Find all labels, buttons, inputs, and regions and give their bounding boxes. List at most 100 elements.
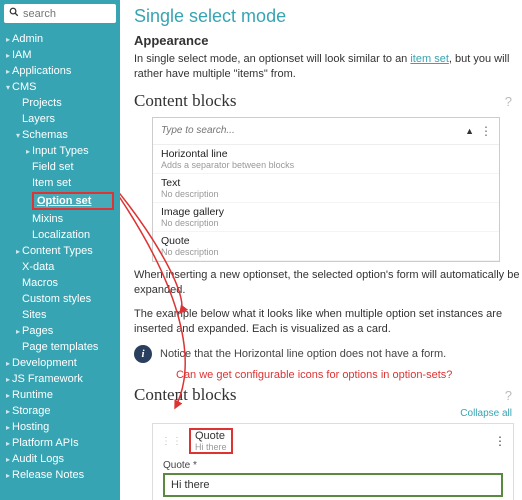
- sidebar-item-label: Hosting: [12, 421, 114, 433]
- sidebar-item[interactable]: Custom styles: [0, 291, 120, 307]
- chevron-up-icon[interactable]: ▲: [465, 126, 474, 136]
- sidebar-item[interactable]: ▸Runtime: [0, 387, 120, 403]
- info-callout: i Notice that the Horizontal line option…: [134, 345, 522, 363]
- option-desc: No description: [161, 189, 491, 199]
- quote-label: Quote *: [163, 460, 503, 471]
- item-set-link[interactable]: item set: [410, 53, 449, 65]
- sidebar-item[interactable]: X-data: [0, 259, 120, 275]
- dropdown-search-input[interactable]: [161, 125, 465, 136]
- sidebar-item[interactable]: Mixins: [0, 211, 120, 227]
- sidebar-item-label: Development: [12, 357, 114, 369]
- card-header[interactable]: ⋮⋮ Quote Hi there ⋮: [153, 424, 513, 458]
- sidebar-item[interactable]: ▸IAM: [0, 47, 120, 63]
- caret-icon: ▸: [14, 327, 22, 336]
- sidebar-item-label: Field set: [32, 161, 114, 173]
- content-blocks-title-2: Content blocks: [134, 385, 236, 405]
- caret-icon: ▾: [4, 83, 12, 92]
- caret-icon: ▸: [4, 67, 12, 76]
- sidebar-item[interactable]: ▸Storage: [0, 403, 120, 419]
- sidebar-item[interactable]: ▾CMS: [0, 79, 120, 95]
- sidebar-item[interactable]: ▸Release Notes: [0, 467, 120, 483]
- sidebar-item[interactable]: ▸Pages: [0, 323, 120, 339]
- help-icon-2[interactable]: ?: [505, 388, 512, 403]
- sidebar-item-label: Macros: [22, 277, 114, 289]
- option-title: Horizontal line: [161, 148, 491, 160]
- sidebar-item-label: Mixins: [32, 213, 114, 225]
- sidebar-item[interactable]: Item set: [0, 175, 120, 191]
- intro-text-pre: In single select mode, an optionset will…: [134, 53, 410, 65]
- search-icon: [9, 7, 19, 20]
- caret-icon: ▸: [4, 391, 12, 400]
- annotation-text: Can we get configurable icons for option…: [176, 369, 522, 381]
- sidebar-item-label: Localization: [32, 229, 114, 241]
- sidebar-item-label: Input Types: [32, 145, 114, 157]
- sidebar-item[interactable]: Localization: [0, 227, 120, 243]
- collapse-all-link[interactable]: Collapse all: [460, 408, 512, 419]
- search-box[interactable]: [4, 4, 116, 23]
- sidebar-item-label: Admin: [12, 33, 114, 45]
- sidebar-item[interactable]: Layers: [0, 111, 120, 127]
- sidebar-item[interactable]: ▸JS Framework: [0, 371, 120, 387]
- caret-icon: ▸: [4, 35, 12, 44]
- caret-icon: ▸: [4, 471, 12, 480]
- paragraph-3: The example below what it looks like whe…: [134, 307, 522, 338]
- sidebar-item[interactable]: ▸Admin: [0, 31, 120, 47]
- quote-input[interactable]: [163, 473, 503, 497]
- option-title: Text: [161, 177, 491, 189]
- caret-icon: ▸: [4, 455, 12, 464]
- info-text: Notice that the Horizontal line option d…: [160, 348, 446, 360]
- sidebar-item-option-set[interactable]: Option set: [32, 192, 114, 210]
- sidebar-item[interactable]: ▸Input Types: [0, 143, 120, 159]
- sidebar-item-label: Schemas: [22, 129, 114, 141]
- sidebar-nav: ▸Admin▸IAM▸Applications▾CMSProjectsLayer…: [0, 27, 120, 487]
- option-title: Image gallery: [161, 206, 491, 218]
- options-dropdown: ▲ ⋮ Horizontal lineAdds a separator betw…: [152, 117, 500, 262]
- dropdown-option[interactable]: Image galleryNo description: [153, 203, 499, 232]
- sidebar-item-label: IAM: [12, 49, 114, 61]
- caret-icon: ▸: [4, 439, 12, 448]
- sidebar-item[interactable]: ▾Schemas: [0, 127, 120, 143]
- caret-icon: ▸: [4, 375, 12, 384]
- sidebar-item-label: Option set: [37, 195, 109, 207]
- sidebar-item[interactable]: Macros: [0, 275, 120, 291]
- annotation-box-card: Quote Hi there: [189, 428, 233, 454]
- caret-icon: ▾: [14, 131, 22, 140]
- sidebar-item-label: Custom styles: [22, 293, 114, 305]
- drag-handle-icon[interactable]: ⋮⋮: [161, 436, 183, 447]
- sidebar-item[interactable]: ▸Platform APIs: [0, 435, 120, 451]
- sidebar-item[interactable]: Field set: [0, 159, 120, 175]
- sidebar: ▸Admin▸IAM▸Applications▾CMSProjectsLayer…: [0, 0, 120, 500]
- card-more-icon[interactable]: ⋮: [494, 434, 505, 448]
- sidebar-item[interactable]: ▸Applications: [0, 63, 120, 79]
- sidebar-item[interactable]: ▸Development: [0, 355, 120, 371]
- card-subtitle: Hi there: [195, 442, 227, 452]
- option-desc: Adds a separator between blocks: [161, 160, 491, 170]
- help-icon[interactable]: ?: [505, 94, 512, 109]
- caret-icon: ▸: [4, 407, 12, 416]
- dropdown-option[interactable]: TextNo description: [153, 174, 499, 203]
- sidebar-item-label: Storage: [12, 405, 114, 417]
- page-title: Single select mode: [134, 6, 522, 27]
- paragraph-2: When inserting a new optionset, the sele…: [134, 268, 522, 299]
- sidebar-item[interactable]: ▸Audit Logs: [0, 451, 120, 467]
- sidebar-item-label: Pages: [22, 325, 114, 337]
- sidebar-item[interactable]: Sites: [0, 307, 120, 323]
- caret-icon: ▸: [24, 147, 32, 156]
- sidebar-item[interactable]: ▸Hosting: [0, 419, 120, 435]
- dropdown-header[interactable]: ▲ ⋮: [153, 118, 499, 145]
- option-title: Quote: [161, 235, 491, 247]
- sidebar-item-label: CMS: [12, 81, 114, 93]
- sidebar-item-label: Item set: [32, 177, 114, 189]
- search-input[interactable]: [23, 8, 103, 20]
- sidebar-item-label: Release Notes: [12, 469, 114, 481]
- appearance-heading: Appearance: [134, 33, 522, 48]
- sidebar-item[interactable]: Projects: [0, 95, 120, 111]
- sidebar-item[interactable]: ▸Content Types: [0, 243, 120, 259]
- sidebar-item-label: Projects: [22, 97, 114, 109]
- dropdown-option[interactable]: Horizontal lineAdds a separator between …: [153, 145, 499, 174]
- dropdown-option[interactable]: QuoteNo description: [153, 232, 499, 261]
- sidebar-item[interactable]: Page templates: [0, 339, 120, 355]
- sidebar-item-label: Sites: [22, 309, 114, 321]
- sidebar-item-label: Platform APIs: [12, 437, 114, 449]
- more-icon[interactable]: ⋮: [480, 124, 491, 138]
